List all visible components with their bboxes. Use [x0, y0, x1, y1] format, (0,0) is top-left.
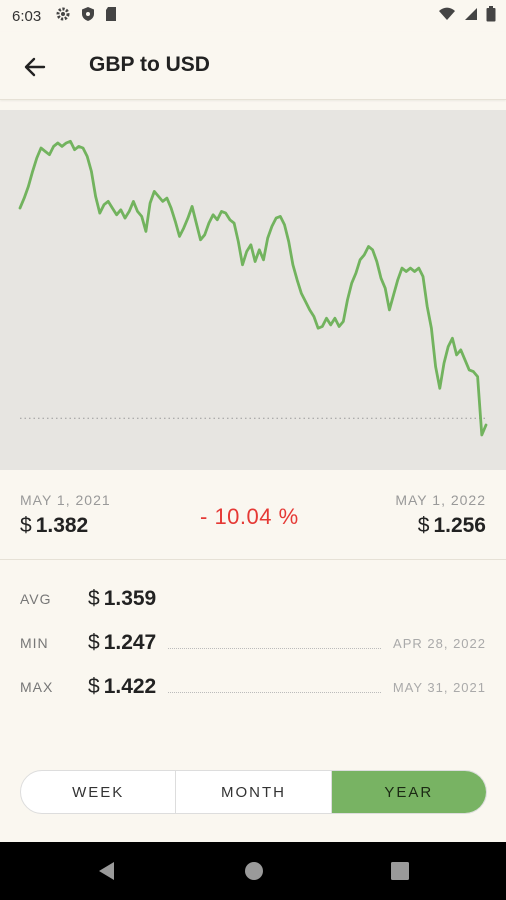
battery-icon — [486, 6, 496, 26]
shield-icon — [81, 6, 95, 26]
stat-min-number: 1.247 — [103, 631, 157, 654]
start-price: $1.382 — [20, 514, 111, 538]
range-month-button[interactable]: MONTH — [175, 771, 330, 813]
stat-max-leader — [168, 691, 381, 693]
wifi-icon — [438, 7, 456, 25]
stat-min-label: MIN — [20, 635, 49, 651]
stat-min-value: $1.247 — [88, 631, 156, 655]
end-currency: $ — [417, 514, 430, 537]
start-summary: MAY 1, 2021 $1.382 — [20, 492, 111, 538]
back-arrow-icon[interactable] — [20, 52, 50, 82]
sd-card-icon — [105, 6, 117, 26]
range-year-button[interactable]: YEAR — [330, 771, 486, 813]
signal-icon — [464, 7, 478, 25]
rate-chart[interactable] — [0, 110, 506, 470]
app-bar: GBP to USD — [0, 32, 506, 100]
stat-max-value: $1.422 — [88, 675, 156, 699]
status-bar: 6:03 — [0, 0, 506, 32]
range-week-button[interactable]: WEEK — [21, 771, 175, 813]
stat-max-label: MAX — [20, 679, 54, 695]
end-price: $1.256 — [395, 514, 486, 538]
rate-line — [18, 139, 488, 437]
range-toggle: WEEK MONTH YEAR — [20, 770, 487, 814]
settings-icon — [55, 6, 71, 26]
stat-avg-number: 1.359 — [103, 587, 157, 610]
stat-avg-currency: $ — [88, 587, 100, 610]
percent-change: - 10.04 % — [200, 504, 299, 529]
stat-min: MIN $1.247 APR 28, 2022 — [20, 628, 486, 658]
stat-min-currency: $ — [88, 631, 100, 654]
stat-avg-label: AVG — [20, 591, 52, 607]
nav-home-icon[interactable] — [241, 858, 267, 884]
stat-max-number: 1.422 — [103, 675, 157, 698]
stat-max: MAX $1.422 MAY 31, 2021 — [20, 672, 486, 702]
nav-back-icon[interactable] — [94, 858, 120, 884]
stat-max-date: MAY 31, 2021 — [392, 679, 486, 695]
start-value: 1.382 — [35, 514, 89, 537]
end-date: MAY 1, 2022 — [395, 492, 486, 508]
stat-min-date: APR 28, 2022 — [393, 635, 486, 651]
start-date: MAY 1, 2021 — [20, 492, 111, 508]
system-nav-bar — [0, 842, 506, 900]
end-value: 1.256 — [433, 514, 486, 537]
start-currency: $ — [20, 514, 32, 537]
end-summary: MAY 1, 2022 $1.256 — [395, 492, 486, 538]
status-time: 6:03 — [12, 7, 42, 25]
stat-avg-value: $1.359 — [88, 587, 156, 611]
stat-avg: AVG $1.359 — [20, 584, 486, 614]
period-summary: MAY 1, 2021 $1.382 - 10.04 % MAY 1, 2022… — [0, 470, 506, 560]
nav-recents-icon[interactable] — [387, 858, 413, 884]
stat-max-currency: $ — [88, 675, 100, 698]
stat-min-leader — [168, 647, 382, 649]
rate-chart-svg — [18, 139, 488, 437]
page-title: GBP to USD — [89, 53, 210, 76]
